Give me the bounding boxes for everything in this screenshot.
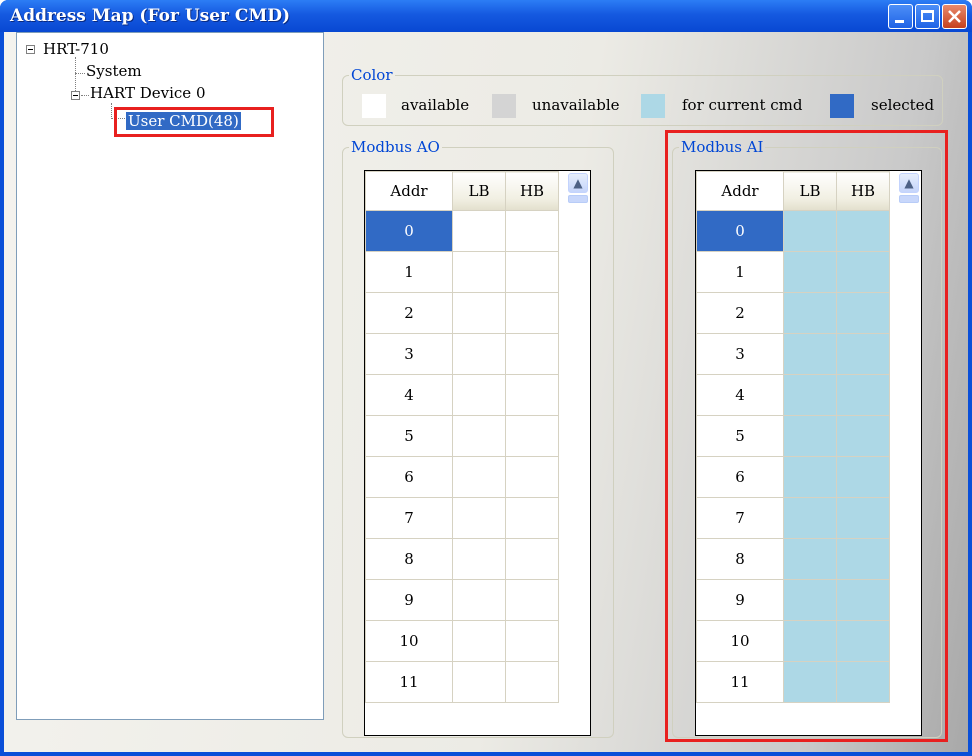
tree-connector [111, 103, 112, 119]
swatch-unavailable [492, 94, 516, 118]
legend-label-available: available [401, 96, 470, 114]
table-row[interactable]: 8 [365, 538, 559, 580]
lb-cell[interactable] [452, 620, 506, 662]
addr-cell[interactable]: 7 [365, 497, 453, 539]
hb-cell[interactable] [505, 456, 559, 498]
tree-connector [81, 95, 89, 96]
color-legend-title: Color [351, 66, 393, 84]
close-button[interactable] [942, 4, 967, 29]
address-map-window: Address Map (For User CMD) HRT-710 Syste… [0, 0, 972, 756]
lb-cell[interactable] [452, 456, 506, 498]
column-header-hb[interactable]: HB [505, 171, 559, 211]
table-row[interactable]: 6 [365, 456, 559, 498]
table-row[interactable]: 9 [365, 579, 559, 621]
modbus-ao-grid[interactable]: Addr LB HB 0 1 2 3 4 5 6 7 8 9 10 11 ▲ [364, 170, 591, 736]
minimize-icon [895, 20, 904, 23]
hb-cell[interactable] [505, 210, 559, 252]
column-header-addr[interactable]: Addr [365, 171, 453, 211]
window-title: Address Map (For User CMD) [10, 6, 291, 26]
hb-cell[interactable] [505, 374, 559, 416]
lb-cell[interactable] [452, 333, 506, 375]
modbus-ao-table: Addr LB HB 0 1 2 3 4 5 6 7 8 9 10 11 [365, 171, 559, 703]
highlight-box [665, 130, 948, 742]
hb-cell[interactable] [505, 661, 559, 703]
hb-cell[interactable] [505, 620, 559, 662]
hb-cell[interactable] [505, 292, 559, 334]
addr-cell[interactable]: 2 [365, 292, 453, 334]
hb-cell[interactable] [505, 251, 559, 293]
close-icon [948, 10, 961, 23]
lb-cell[interactable] [452, 538, 506, 580]
addr-cell[interactable]: 9 [365, 579, 453, 621]
lb-cell[interactable] [452, 251, 506, 293]
table-row[interactable]: 10 [365, 620, 559, 662]
addr-cell[interactable]: 8 [365, 538, 453, 580]
addr-cell[interactable]: 11 [365, 661, 453, 703]
table-row[interactable]: 2 [365, 292, 559, 334]
title-bar[interactable]: Address Map (For User CMD) [0, 0, 972, 32]
lb-cell[interactable] [452, 497, 506, 539]
lb-cell[interactable] [452, 661, 506, 703]
addr-cell[interactable]: 3 [365, 333, 453, 375]
legend-label-unavailable: unavailable [532, 96, 620, 114]
lb-cell[interactable] [452, 210, 506, 252]
swatch-selected [830, 94, 854, 118]
hb-cell[interactable] [505, 579, 559, 621]
hb-cell[interactable] [505, 497, 559, 539]
modbus-ao-title: Modbus AO [351, 138, 440, 156]
highlight-box [114, 107, 274, 137]
collapse-icon[interactable] [26, 45, 35, 54]
addr-cell[interactable]: 0 [365, 210, 453, 252]
lb-cell[interactable] [452, 374, 506, 416]
ao-vertical-scrollbar[interactable]: ▲ [566, 171, 590, 735]
addr-cell[interactable]: 1 [365, 251, 453, 293]
tree-item-hart-device-0[interactable]: HART Device 0 [90, 85, 205, 101]
table-row[interactable]: 0 [365, 210, 559, 252]
table-row[interactable]: 1 [365, 251, 559, 293]
addr-cell[interactable]: 4 [365, 374, 453, 416]
table-row[interactable]: 4 [365, 374, 559, 416]
collapse-icon[interactable] [71, 91, 80, 100]
addr-cell[interactable]: 10 [365, 620, 453, 662]
minimize-button[interactable] [888, 4, 913, 29]
addr-cell[interactable]: 6 [365, 456, 453, 498]
swatch-available [362, 94, 386, 118]
table-row[interactable]: 3 [365, 333, 559, 375]
tree-item-system[interactable]: System [86, 63, 142, 79]
hb-cell[interactable] [505, 333, 559, 375]
scroll-thumb[interactable] [568, 195, 588, 203]
tree-item-hrt-710[interactable]: HRT-710 [43, 41, 109, 57]
tree-connector [75, 73, 85, 74]
swatch-for-current-cmd [641, 94, 665, 118]
hb-cell[interactable] [505, 415, 559, 457]
table-row[interactable]: 7 [365, 497, 559, 539]
maximize-button[interactable] [915, 4, 940, 29]
column-header-lb[interactable]: LB [452, 171, 506, 211]
table-row[interactable]: 5 [365, 415, 559, 457]
hb-cell[interactable] [505, 538, 559, 580]
maximize-icon [921, 10, 934, 22]
lb-cell[interactable] [452, 292, 506, 334]
chevron-up-icon: ▲ [573, 176, 583, 190]
addr-cell[interactable]: 5 [365, 415, 453, 457]
table-row[interactable]: 11 [365, 661, 559, 703]
header-row: Addr LB HB [365, 171, 559, 211]
scroll-up-button[interactable]: ▲ [568, 173, 588, 193]
legend-label-selected: selected [871, 96, 935, 114]
legend-label-for-current-cmd: for current cmd [682, 96, 803, 114]
lb-cell[interactable] [452, 579, 506, 621]
lb-cell[interactable] [452, 415, 506, 457]
